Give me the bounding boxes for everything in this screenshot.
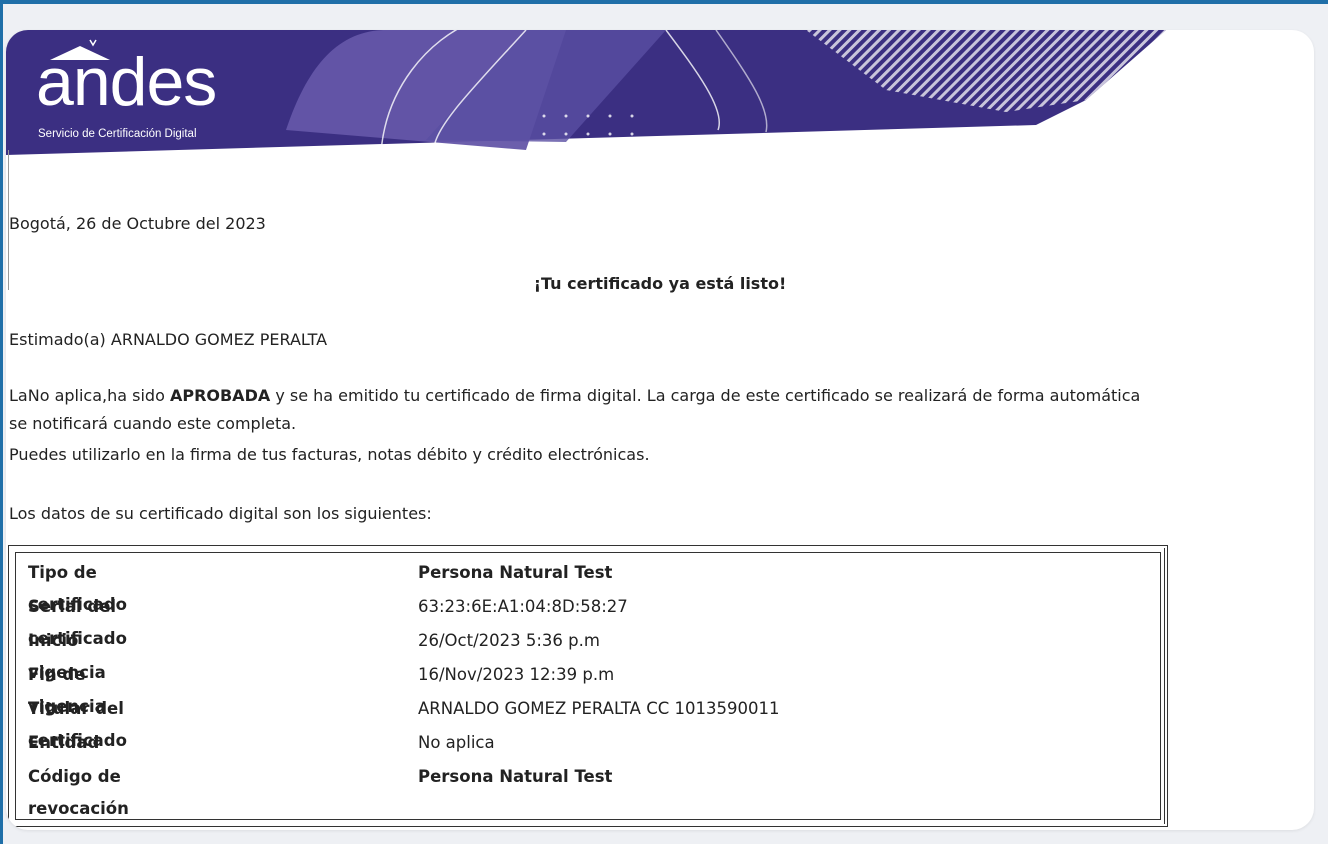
letter-body-line3: Puedes utilizarlo en la firma de tus fac… — [9, 445, 650, 464]
row-value: 26/Oct/2023 5:36 p.m — [418, 631, 600, 650]
row-value: Persona Natural Test — [418, 563, 613, 582]
table-intro: Los datos de su certificado digital son … — [9, 504, 432, 523]
letter-greeting: Estimado(a) ARNALDO GOMEZ PERALTA — [9, 330, 328, 349]
row-label: Entidad — [28, 733, 100, 752]
row-value: 16/Nov/2023 12:39 p.m — [418, 665, 615, 684]
letter-body-line1: LaNo aplica,ha sido APROBADA y se ha emi… — [9, 385, 1140, 407]
certificate-table: Tipo de certificado Persona Natural Test… — [8, 545, 1168, 827]
body-prefix: LaNo aplica,ha sido — [9, 386, 170, 405]
letter-body-line2: se notificará cuando este completa. — [9, 414, 297, 433]
window-frame-left — [0, 0, 3, 844]
table-rail — [1164, 548, 1165, 824]
row-value: Persona Natural Test — [418, 767, 613, 786]
row-label: Código de revocación — [28, 767, 129, 818]
letter-headline: ¡Tu certificado ya está listo! — [533, 274, 787, 293]
row-value: 63:23:6E:A1:04:8D:58:27 — [418, 597, 628, 616]
logo-wordmark: andes — [36, 44, 217, 120]
letter-date: Bogotá, 26 de Octubre del 2023 — [9, 214, 266, 233]
row-value: ARNALDO GOMEZ PERALTA CC 1013590011 — [418, 699, 780, 718]
window-frame-top — [0, 0, 1328, 4]
row-value: No aplica — [418, 733, 495, 752]
email-card: andes Servicio de Certificación Digital … — [6, 30, 1314, 830]
logo-tagline: Servicio de Certificación Digital — [38, 128, 197, 140]
body-suffix: y se ha emitido tu certificado de firma … — [270, 386, 1141, 405]
approval-status: APROBADA — [169, 386, 271, 405]
certificate-table-inner: Tipo de certificado Persona Natural Test… — [15, 552, 1161, 820]
